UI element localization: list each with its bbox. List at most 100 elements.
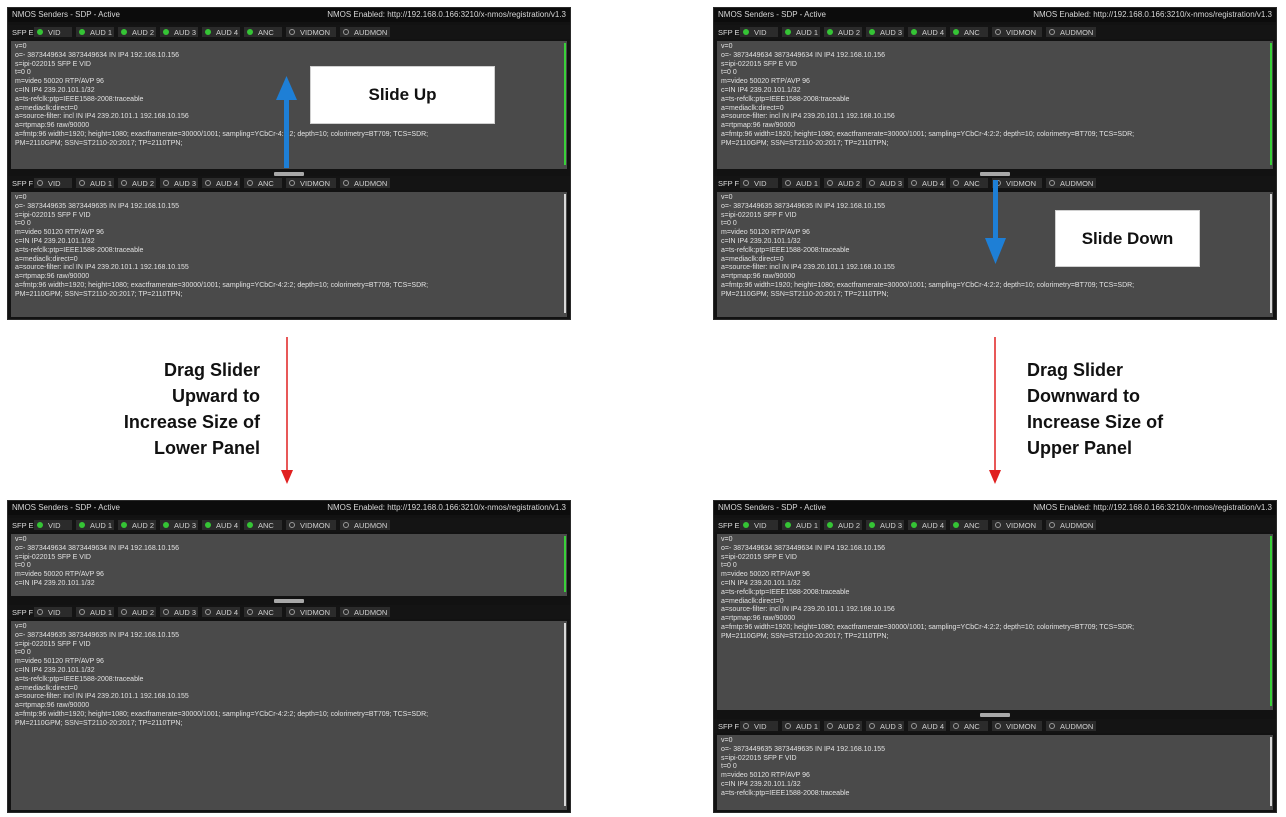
tab-vidmon[interactable]: VIDMON (286, 27, 336, 37)
tab-aud-2[interactable]: AUD 2 (118, 520, 156, 530)
radio-on-icon (911, 29, 917, 35)
radio-off-icon (785, 723, 791, 729)
scrollbar[interactable] (564, 623, 566, 806)
tab-vidmon[interactable]: VIDMON (992, 520, 1042, 530)
tab-anc[interactable]: ANC (244, 178, 282, 188)
tab-aud-1[interactable]: AUD 1 (782, 27, 820, 37)
radio-on-icon (205, 522, 211, 528)
tab-aud-1[interactable]: AUD 1 (76, 178, 114, 188)
tab-aud-1[interactable]: AUD 1 (76, 520, 114, 530)
tab-aud-2[interactable]: AUD 2 (824, 721, 862, 731)
radio-off-icon (343, 180, 349, 186)
radio-off-icon (205, 180, 211, 186)
scrollbar[interactable] (564, 194, 566, 313)
scrollbar[interactable] (564, 43, 566, 165)
tab-aud-4[interactable]: AUD 4 (908, 27, 946, 37)
tab-aud-1[interactable]: AUD 1 (76, 607, 114, 617)
tab-aud-4[interactable]: AUD 4 (908, 178, 946, 188)
scrollbar[interactable] (1270, 737, 1272, 806)
tab-audmon[interactable]: AUDMON (340, 27, 390, 37)
tab-aud-3[interactable]: AUD 3 (866, 178, 904, 188)
tab-audmon[interactable]: AUDMON (340, 607, 390, 617)
tab-aud-3[interactable]: AUD 3 (866, 27, 904, 37)
tab-vidmon[interactable]: VIDMON (286, 520, 336, 530)
tab-aud-4[interactable]: AUD 4 (202, 178, 240, 188)
tab-audmon[interactable]: AUDMON (1046, 721, 1096, 731)
sdp-text: v=0 o=- 3873449635 3873449635 IN IP4 192… (15, 194, 429, 298)
tab-vidmon[interactable]: VIDMON (992, 721, 1042, 731)
sfp-label: SFP F (12, 607, 34, 617)
tab-aud-2[interactable]: AUD 2 (824, 178, 862, 188)
sfp-label: SFP E (12, 27, 34, 37)
upper-sdp-panel[interactable]: v=0 o=- 3873449634 3873449634 IN IP4 192… (717, 534, 1273, 710)
scrollbar[interactable] (1270, 536, 1272, 706)
tab-aud-2[interactable]: AUD 2 (118, 607, 156, 617)
tab-aud-1[interactable]: AUD 1 (76, 27, 114, 37)
tab-anc[interactable]: ANC (950, 520, 988, 530)
tab-aud-1[interactable]: AUD 1 (782, 721, 820, 731)
tab-aud-3[interactable]: AUD 3 (160, 27, 198, 37)
tab-aud-1[interactable]: AUD 1 (782, 178, 820, 188)
tab-audmon[interactable]: AUDMON (340, 520, 390, 530)
tab-anc[interactable]: ANC (950, 721, 988, 731)
title-bar: NMOS Senders - SDP - Active NMOS Enabled… (714, 8, 1276, 22)
panel-slider-handle[interactable] (274, 599, 304, 603)
scrollbar[interactable] (564, 536, 566, 592)
tab-vid[interactable]: VID (34, 520, 72, 530)
tab-vidmon[interactable]: VIDMON (286, 178, 336, 188)
tab-audmon[interactable]: AUDMON (1046, 178, 1096, 188)
lower-sdp-panel[interactable]: v=0 o=- 3873449635 3873449635 IN IP4 192… (11, 621, 567, 810)
tab-vidmon[interactable]: VIDMON (992, 27, 1042, 37)
scrollbar[interactable] (1270, 194, 1272, 313)
tab-vid[interactable]: VID (740, 520, 778, 530)
tab-anc[interactable]: ANC (950, 178, 988, 188)
tab-aud-2[interactable]: AUD 2 (824, 520, 862, 530)
tab-vidmon[interactable]: VIDMON (992, 178, 1042, 188)
radio-off-icon (289, 180, 295, 186)
lower-sdp-panel[interactable]: v=0 o=- 3873449635 3873449635 IN IP4 192… (717, 735, 1273, 810)
tab-aud-2[interactable]: AUD 2 (118, 178, 156, 188)
tab-aud-2[interactable]: AUD 2 (118, 27, 156, 37)
tab-audmon[interactable]: AUDMON (340, 178, 390, 188)
tab-vidmon[interactable]: VIDMON (286, 607, 336, 617)
tab-vid[interactable]: VID (34, 178, 72, 188)
tab-anc[interactable]: ANC (244, 520, 282, 530)
tab-label: ANC (964, 721, 980, 731)
tab-aud-1[interactable]: AUD 1 (782, 520, 820, 530)
tab-label: ANC (258, 178, 274, 188)
tab-audmon[interactable]: AUDMON (1046, 27, 1096, 37)
upper-sdp-panel[interactable]: v=0 o=- 3873449634 3873449634 IN IP4 192… (717, 41, 1273, 169)
tab-aud-4[interactable]: AUD 4 (202, 607, 240, 617)
tab-aud-4[interactable]: AUD 4 (202, 520, 240, 530)
panel-slider-handle[interactable] (980, 713, 1010, 717)
tab-anc[interactable]: ANC (950, 27, 988, 37)
tab-label: AUD 3 (880, 520, 903, 530)
upper-sdp-panel[interactable]: v=0 o=- 3873449634 3873449634 IN IP4 192… (11, 534, 567, 596)
tab-aud-3[interactable]: AUD 3 (160, 607, 198, 617)
tab-vid[interactable]: VID (34, 27, 72, 37)
tab-aud-3[interactable]: AUD 3 (160, 178, 198, 188)
lower-sdp-panel[interactable]: v=0 o=- 3873449635 3873449635 IN IP4 192… (11, 192, 567, 317)
tab-label: AUDMON (354, 607, 388, 617)
radio-off-icon (911, 180, 917, 186)
caption-right: Drag Slider Downward to Increase Size of… (1027, 357, 1227, 461)
radio-off-icon (869, 180, 875, 186)
scrollbar[interactable] (1270, 43, 1272, 165)
tab-vid[interactable]: VID (740, 721, 778, 731)
tab-aud-2[interactable]: AUD 2 (824, 27, 862, 37)
tab-aud-3[interactable]: AUD 3 (866, 520, 904, 530)
tab-aud-4[interactable]: AUD 4 (908, 520, 946, 530)
tab-vid[interactable]: VID (740, 178, 778, 188)
tab-anc[interactable]: ANC (244, 607, 282, 617)
tab-aud-4[interactable]: AUD 4 (202, 27, 240, 37)
tab-audmon[interactable]: AUDMON (1046, 520, 1096, 530)
tab-vid[interactable]: VID (34, 607, 72, 617)
tab-vid[interactable]: VID (740, 27, 778, 37)
radio-off-icon (343, 609, 349, 615)
tab-aud-3[interactable]: AUD 3 (866, 721, 904, 731)
tab-anc[interactable]: ANC (244, 27, 282, 37)
tab-label: ANC (964, 520, 980, 530)
tab-aud-4[interactable]: AUD 4 (908, 721, 946, 731)
radio-on-icon (785, 522, 791, 528)
tab-aud-3[interactable]: AUD 3 (160, 520, 198, 530)
